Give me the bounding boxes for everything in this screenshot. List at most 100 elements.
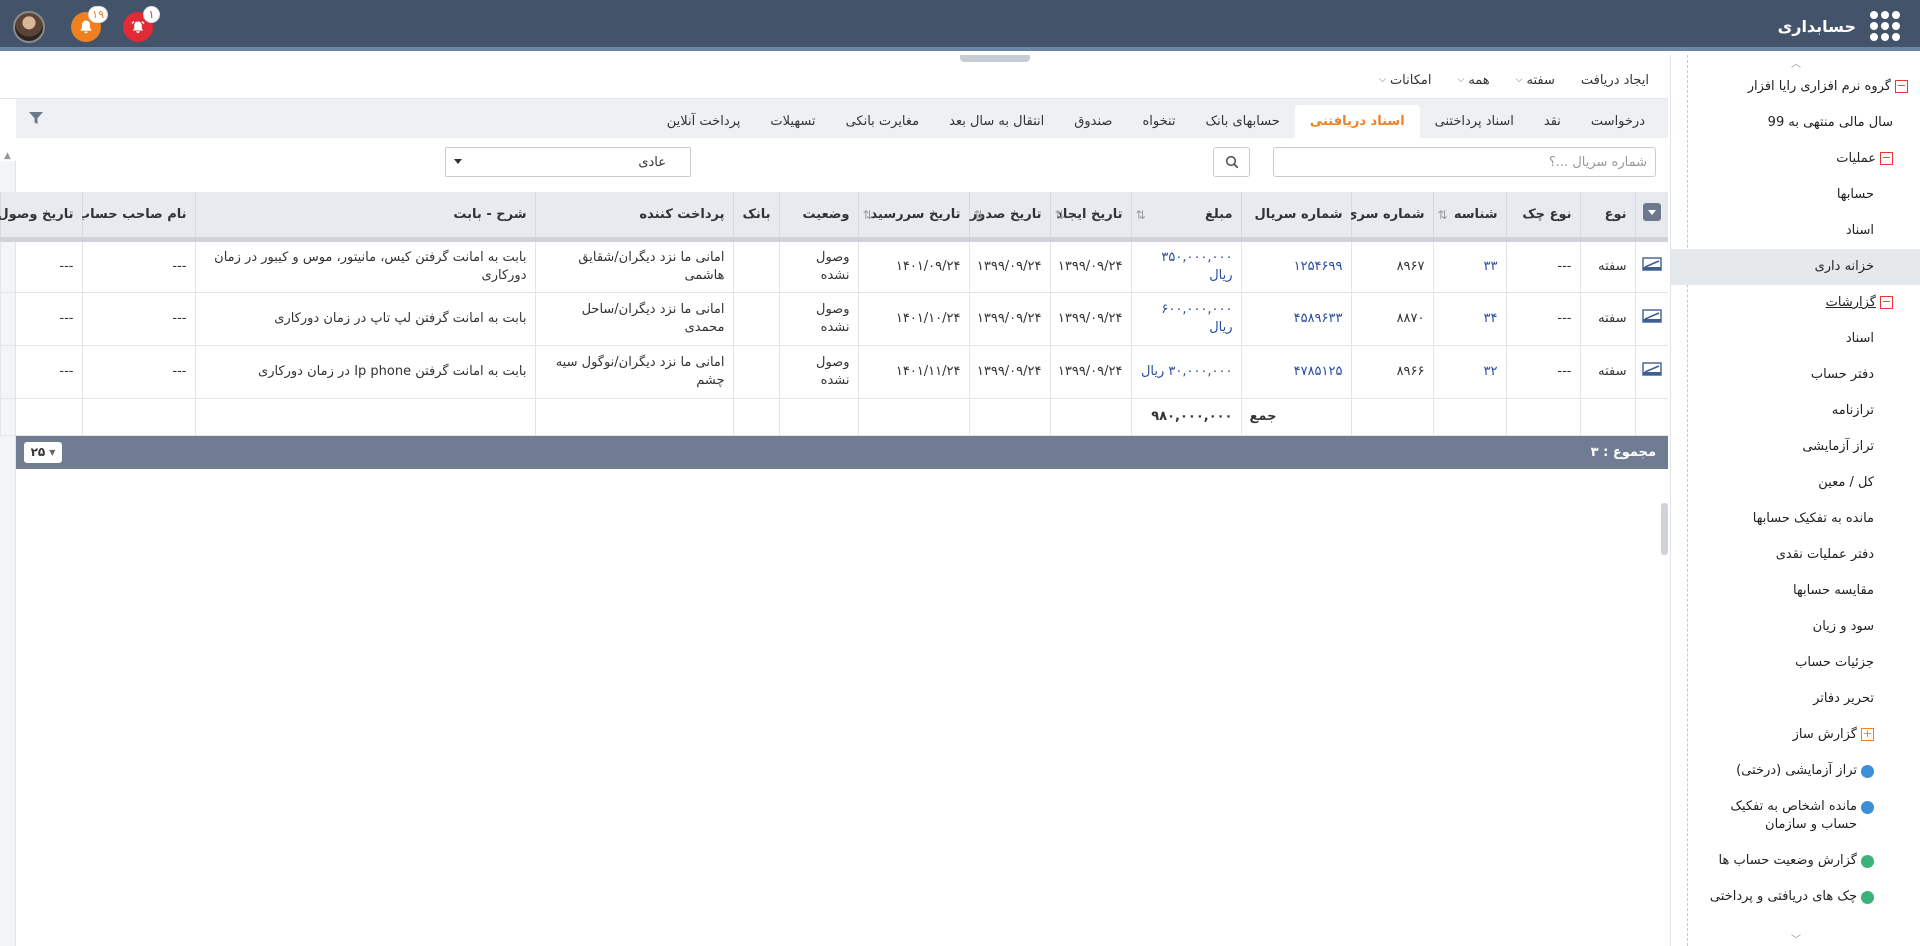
sidebar-item[interactable]: − گزارشات [1671,285,1920,321]
sidebar-item[interactable]: کل / معین [1671,465,1920,501]
sidebar-item[interactable]: مقایسه حسابها [1671,573,1920,609]
sidebar-item-label: سود و زیان [1812,619,1874,634]
tab[interactable]: مغایرت بانکی [831,105,935,138]
sort-icon[interactable]: ⇅ [863,208,873,222]
tab[interactable]: انتقال به سال بعد [934,105,1059,138]
column-header[interactable]: تاریخ صدور ⇅ [968,192,1050,242]
cell-serial[interactable]: ۴۷۸۵۱۲۵ [1240,345,1351,399]
sort-icon[interactable]: ⇅ [1055,208,1065,222]
cell-amount[interactable]: ۳۵۰,۰۰۰,۰۰۰ ریال [1130,239,1241,293]
column-header[interactable]: شرح - بابت [194,192,535,242]
alert-button[interactable]: ۱ [123,6,160,42]
scroll-up-icon[interactable]: ︿ [1791,55,1801,70]
column-header[interactable]: شماره سریال [1240,192,1351,242]
tab[interactable]: نقد [1529,105,1576,138]
cell-status: وصول نشده [778,292,858,346]
sidebar-item[interactable]: سال مالی منتهی به 99 [1671,105,1920,141]
cell-amount[interactable]: ۶۰۰,۰۰۰,۰۰۰ ریال [1130,292,1241,346]
sidebar-item[interactable]: اسناد [1671,321,1920,357]
promissory-note-icon[interactable] [1642,256,1662,271]
action-toolbar: ایجاد دریافت سفته ⌵ همه ⌵ امکانات ⌵ [0,62,1668,99]
collapse-handle[interactable] [960,55,1030,62]
sidebar-item[interactable]: حسابها [1671,177,1920,213]
promissory-note-icon[interactable] [1642,308,1662,323]
column-header[interactable]: مبلغ ⇅ [1130,192,1241,242]
tab[interactable]: صندوق [1059,105,1127,138]
cell-id[interactable]: ۳۳ [1432,239,1506,293]
column-header[interactable]: تاریخ وصول [0,192,82,242]
collapse-icon[interactable]: − [1895,80,1908,93]
select-all-header[interactable] [1634,192,1668,242]
sidebar-item[interactable]: دفتر حساب [1671,357,1920,393]
create-receipt-button[interactable]: ایجاد دریافت [1581,73,1649,88]
search-button[interactable] [1213,147,1250,177]
sidebar-item[interactable]: چک های دریافتی و پرداختی [1671,879,1920,933]
cell-serial[interactable]: ۱۲۵۴۶۹۹ [1240,239,1351,293]
sidebar-item[interactable]: گزارش وضعیت حساب ها [1671,843,1920,879]
tab[interactable]: تسهیلات [755,105,830,138]
sidebar-item[interactable]: جزئیات حساب [1671,645,1920,681]
sidebar-item[interactable]: اسناد [1671,213,1920,249]
column-header[interactable]: نام صاحب حساب [77,192,195,242]
collapse-icon[interactable]: − [1880,152,1893,165]
serial-search-input[interactable] [1273,147,1656,177]
sidebar-item[interactable]: تحریر دفاتر [1671,681,1920,717]
sidebar-item[interactable]: − عملیات [1671,141,1920,177]
expand-icon[interactable]: + [1861,728,1874,741]
sidebar-item[interactable]: − گروه نرم افزاری رایا افزار [1671,69,1920,105]
cell-received: --- [0,292,82,346]
table-row[interactable]: سفته --- ۳۲ ۸۹۶۶ ۴۷۸۵۱۲۵ ۳۰,۰۰۰,۰۰۰ ریال ۱۳۹۹/… [0,345,1668,399]
apps-grid-icon[interactable] [1870,11,1900,41]
sidebar-item[interactable]: مانده اشخاص به تفکیک حساب و سازمان [1671,789,1920,843]
avatar[interactable] [13,11,45,43]
column-header[interactable]: شناسه ⇅ [1432,192,1506,242]
column-header[interactable]: وضعیت [778,192,858,242]
filter-icon[interactable] [28,110,44,126]
column-header[interactable]: نوع [1579,192,1635,242]
sort-icon[interactable]: ⇅ [974,208,984,222]
sidebar-item[interactable]: ترازنامه [1671,393,1920,429]
cell-created: ۱۳۹۹/۰۹/۲۴ [1049,345,1131,399]
document-type-dropdown[interactable]: سفته ⌵ [1516,73,1555,88]
tab[interactable]: درخواست [1576,105,1660,138]
tab[interactable]: حسابهای بانک [1191,105,1295,138]
features-dropdown[interactable]: امکانات ⌵ [1379,73,1431,88]
type-select[interactable]: عادی [445,147,691,177]
tab[interactable]: تنخواه [1127,105,1190,138]
select-all-icon[interactable] [1643,203,1661,222]
column-header[interactable]: تاریخ ایجاد ⇅ [1049,192,1131,242]
cell-id[interactable]: ۳۴ [1432,292,1506,346]
sidebar-item[interactable]: تراز آزمایشی (درختی) [1671,753,1920,789]
collapse-icon[interactable]: − [1880,296,1893,309]
sidebar-item[interactable]: + گزارش ساز [1671,717,1920,753]
sort-icon[interactable]: ⇅ [1438,208,1448,222]
sidebar-item[interactable]: دفتر عملیات نقدی [1671,537,1920,573]
tab[interactable]: اسناد پرداختنی [1420,105,1529,138]
sort-icon[interactable]: ⇅ [1136,208,1146,222]
sidebar-item[interactable]: تراز آزمایشی [1671,429,1920,465]
tab[interactable]: پرداخت آنلاین [652,105,756,138]
cell-id[interactable]: ۳۲ [1432,345,1506,399]
column-header[interactable]: شماره سری [1346,192,1433,242]
sidebar-item[interactable]: مانده به تفکیک حسابها [1671,501,1920,537]
tab[interactable]: اسناد دریافتنی [1294,105,1420,138]
sidebar-item[interactable]: خزانه داری [1671,249,1920,285]
table-row[interactable]: سفته --- ۳۴ ۸۸۷۰ ۴۵۸۹۶۳۳ ۶۰۰,۰۰۰,۰۰۰ ریال ۱۳۹۹… [0,292,1668,346]
column-header[interactable]: تاریخ سررسید ⇅ [857,192,969,242]
cell-amount[interactable]: ۳۰,۰۰۰,۰۰۰ ریال [1130,345,1241,399]
promissory-note-icon[interactable] [1642,361,1662,376]
table-row[interactable]: سفته --- ۳۳ ۸۹۶۷ ۱۲۵۴۶۹۹ ۳۵۰,۰۰۰,۰۰۰ ریال ۱۳۹۹… [0,239,1668,293]
notification-button[interactable]: ۱۹ [71,6,108,42]
column-header[interactable]: بانک [732,192,779,242]
scroll-down-icon[interactable]: ﹀ [1791,931,1801,946]
scroll-up-icon[interactable]: ▲ [4,151,11,161]
vertical-scrollbar[interactable] [1661,503,1668,555]
cell-serial[interactable]: ۴۵۸۹۶۳۳ [1240,292,1351,346]
sidebar-item[interactable]: سود و زیان [1671,609,1920,645]
sidebar-item-label: حسابها [1836,187,1874,202]
page-size-select[interactable]: ۲۵ ▼ [24,441,62,463]
brand[interactable]: حسابداری [1778,11,1900,41]
column-header[interactable]: نوع چک [1505,192,1580,242]
status-filter-dropdown[interactable]: همه ⌵ [1457,73,1489,88]
column-header[interactable]: پرداخت کننده [534,192,733,242]
